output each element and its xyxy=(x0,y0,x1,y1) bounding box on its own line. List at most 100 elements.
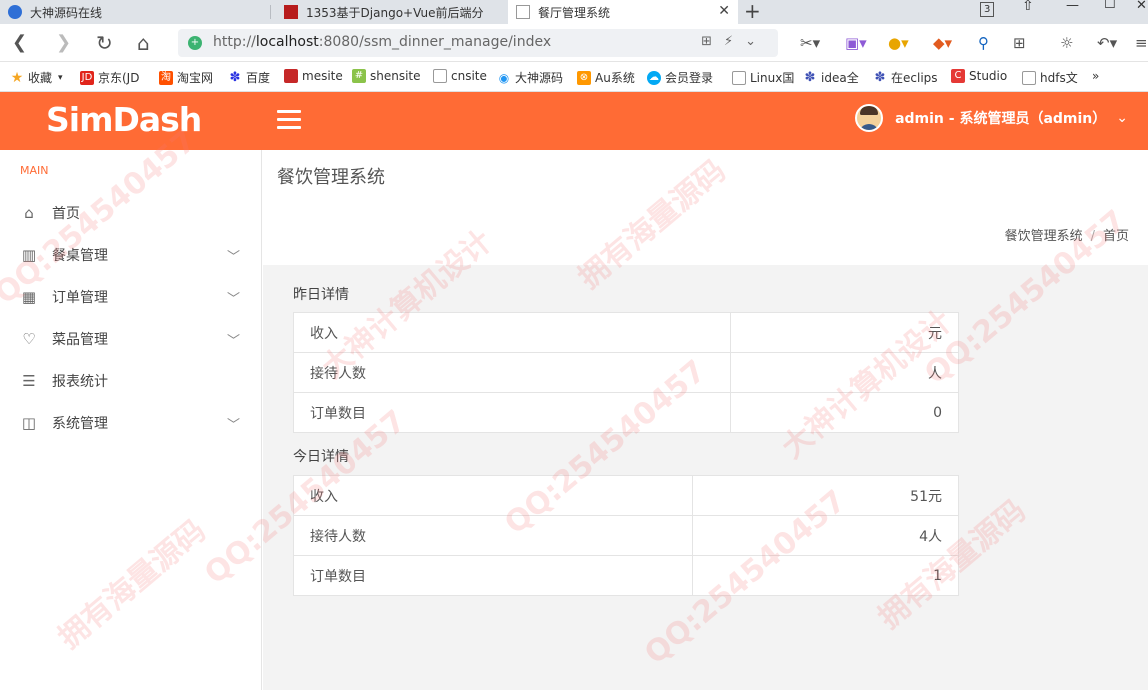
bookmarks-bar: ★ 收藏 ▾ JD 京东(JD 淘淘宝网 ✽ 百度 mesite # shensite c… xyxy=(0,62,1148,92)
logo[interactable]: SimDash xyxy=(46,100,202,139)
app-header: SimDash admin - 系统管理员（admin） ⌄ xyxy=(0,92,1148,150)
bookmark-item[interactable]: mesite xyxy=(284,69,343,83)
sidebar-item-label: 菜品管理 xyxy=(52,332,108,348)
sidebar-item-tables[interactable]: ▥ 餐桌管理 ﹀ xyxy=(0,234,262,276)
site-favicon-icon: ⊗ xyxy=(577,70,591,85)
breadcrumb-current: 首页 xyxy=(1102,229,1129,244)
apps-grid-icon[interactable]: ⊞ xyxy=(1013,34,1026,52)
bookmarks-overflow[interactable]: » xyxy=(1092,69,1099,83)
grid-icon: ▦ xyxy=(21,288,37,306)
bookmark-item[interactable]: ★ 收藏 ▾ xyxy=(10,69,63,86)
baidu-paw-icon: ✽ xyxy=(874,69,886,85)
browser-tab-title: 大神源码在线 xyxy=(30,5,103,20)
close-window-icon[interactable]: ✕ xyxy=(1136,0,1147,13)
bookmark-item[interactable]: ⊗ Au系统 xyxy=(577,69,635,86)
tab-count-badge[interactable]: 3 xyxy=(980,2,995,17)
bookmark-item[interactable]: ◉ 大神源码 xyxy=(497,69,563,86)
taobao-icon: 淘 xyxy=(159,70,173,85)
breadcrumb-separator: / xyxy=(1090,229,1095,244)
row-label: 订单数目 xyxy=(293,392,731,433)
table-row: 订单数目 0 xyxy=(293,392,959,433)
browser-tab-active[interactable]: 餐厅管理系统 ✕ xyxy=(508,0,738,24)
bookmark-item[interactable]: ☁ 会员登录 xyxy=(647,69,713,86)
reload-icon[interactable]: ↻ xyxy=(96,32,113,54)
row-value: 4人 xyxy=(692,515,959,556)
list-icon: ☰ xyxy=(22,372,36,390)
bookmark-label: cnsite xyxy=(451,69,487,83)
bookmark-item[interactable]: 淘淘宝网 xyxy=(159,69,213,86)
url-text[interactable]: http://localhost:8080/ssm_dinner_manage/… xyxy=(213,34,551,50)
back-icon[interactable]: ❮ xyxy=(12,32,27,54)
brightness-icon[interactable]: ☼ xyxy=(1060,34,1073,52)
translate-icon[interactable]: ▣▾ xyxy=(845,34,867,52)
undo-icon[interactable]: ↶▾ xyxy=(1097,34,1117,52)
row-value: 人 xyxy=(730,352,959,393)
page-header: 餐饮管理系统 餐饮管理系统 / 首页 xyxy=(263,150,1148,265)
page-icon xyxy=(1022,70,1036,85)
bookmark-item[interactable]: hdfs文 xyxy=(1022,69,1078,86)
row-label: 接待人数 xyxy=(293,515,693,556)
scissors-icon[interactable]: ✂▾ xyxy=(800,34,820,52)
star-icon: ★ xyxy=(10,69,24,86)
sidebar-item-orders[interactable]: ▦ 订单管理 ﹀ xyxy=(0,276,262,318)
jd-icon: JD xyxy=(80,70,94,85)
close-tab-icon[interactable]: ✕ xyxy=(718,3,730,19)
bookmark-item[interactable]: ✽ idea全 xyxy=(803,69,859,86)
new-tab-icon[interactable]: + xyxy=(744,1,761,21)
bookmark-item[interactable]: ✽ 在eclips xyxy=(873,69,938,86)
sidebar-item-reports[interactable]: ☰ 报表统计 xyxy=(0,360,262,402)
sidebar-item-home[interactable]: ⌂ 首页 xyxy=(0,192,262,234)
bookmark-item[interactable]: C Studio xyxy=(951,69,1007,83)
user-menu[interactable]: admin - 系统管理员（admin） ⌄ xyxy=(855,104,1128,132)
sidebar: MAIN ⌂ 首页 ▥ 餐桌管理 ﹀ ▦ 订单管理 ﹀ ♡ 菜品管理 ﹀ ☰ 报… xyxy=(0,150,262,690)
site-favicon-icon xyxy=(284,5,298,19)
browser-toolbar: ❮ ❯ ↻ ⌂ + http://localhost:8080/ssm_dinn… xyxy=(0,24,1148,62)
chevron-down-icon: ﹀ xyxy=(226,291,240,307)
game-icon[interactable]: ◆▾ xyxy=(933,34,952,52)
bookmark-item[interactable]: cnsite xyxy=(433,69,487,83)
row-value: 0 xyxy=(730,392,959,433)
sidebar-item-label: 报表统计 xyxy=(52,374,108,390)
cloud-icon: ☁ xyxy=(647,70,661,85)
layout-icon: ◫ xyxy=(21,414,37,432)
user-label: admin - 系统管理员（admin） xyxy=(895,111,1107,127)
maximize-icon[interactable]: ☐ xyxy=(1104,0,1116,12)
browser-tab-title: 餐厅管理系统 xyxy=(538,5,611,20)
bookmark-item[interactable]: ✽ 百度 xyxy=(228,69,270,86)
bookmark-item[interactable]: JD 京东(JD xyxy=(80,69,139,86)
row-value: 51元 xyxy=(692,475,959,516)
bookmark-item[interactable]: # shensite xyxy=(352,69,421,83)
bookmark-label: mesite xyxy=(302,69,343,83)
today-table: 收入 51元 接待人数 4人 订单数目 1 xyxy=(293,475,959,596)
pin-icon[interactable]: ⇧ xyxy=(1022,0,1034,14)
chevron-down-icon: ﹀ xyxy=(226,333,240,349)
browser-tab-strip: 大神源码在线 1353基于Django+Vue前后端分 餐厅管理系统 ✕ + 3… xyxy=(0,0,1148,24)
address-bar[interactable]: + http://localhost:8080/ssm_dinner_manag… xyxy=(178,29,778,57)
bookmark-label: 收藏 xyxy=(28,71,53,85)
chevron-down-icon: ﹀ xyxy=(226,249,240,265)
browser-tab-1[interactable]: 大神源码在线 xyxy=(0,0,270,24)
minimize-icon[interactable]: — xyxy=(1066,0,1079,13)
bookmark-item[interactable]: Linux国 xyxy=(732,69,794,86)
breadcrumb-link[interactable]: 餐饮管理系统 xyxy=(1005,229,1083,244)
sidebar-item-label: 餐桌管理 xyxy=(52,248,108,264)
bookmark-label: shensite xyxy=(370,69,421,83)
site-favicon-icon xyxy=(284,69,298,83)
sidebar-item-dishes[interactable]: ♡ 菜品管理 ﹀ xyxy=(0,318,262,360)
menu-icon[interactable]: ≡ xyxy=(1135,34,1148,52)
sidebar-item-system[interactable]: ◫ 系统管理 ﹀ xyxy=(0,402,262,444)
site-favicon-icon: C xyxy=(951,69,965,83)
bookmark-label: hdfs文 xyxy=(1040,71,1078,85)
hamburger-menu-icon[interactable] xyxy=(277,110,301,130)
browser-tab-2[interactable]: 1353基于Django+Vue前后端分 xyxy=(276,0,506,24)
eye-icon: ◉ xyxy=(498,70,510,85)
home-icon: ⌂ xyxy=(24,204,34,222)
browser-tab-title: 1353基于Django+Vue前后端分 xyxy=(306,5,484,20)
coin-icon[interactable]: ●▾ xyxy=(888,34,909,52)
row-label: 收入 xyxy=(293,475,693,516)
forward-icon[interactable]: ❯ xyxy=(56,32,71,54)
heart-icon: ♡ xyxy=(22,330,36,348)
search-icon[interactable]: ⚲ xyxy=(978,34,989,52)
address-bar-actions[interactable]: ⊞⚡⌄ xyxy=(701,34,768,49)
home-page-icon[interactable]: ⌂ xyxy=(137,32,150,54)
